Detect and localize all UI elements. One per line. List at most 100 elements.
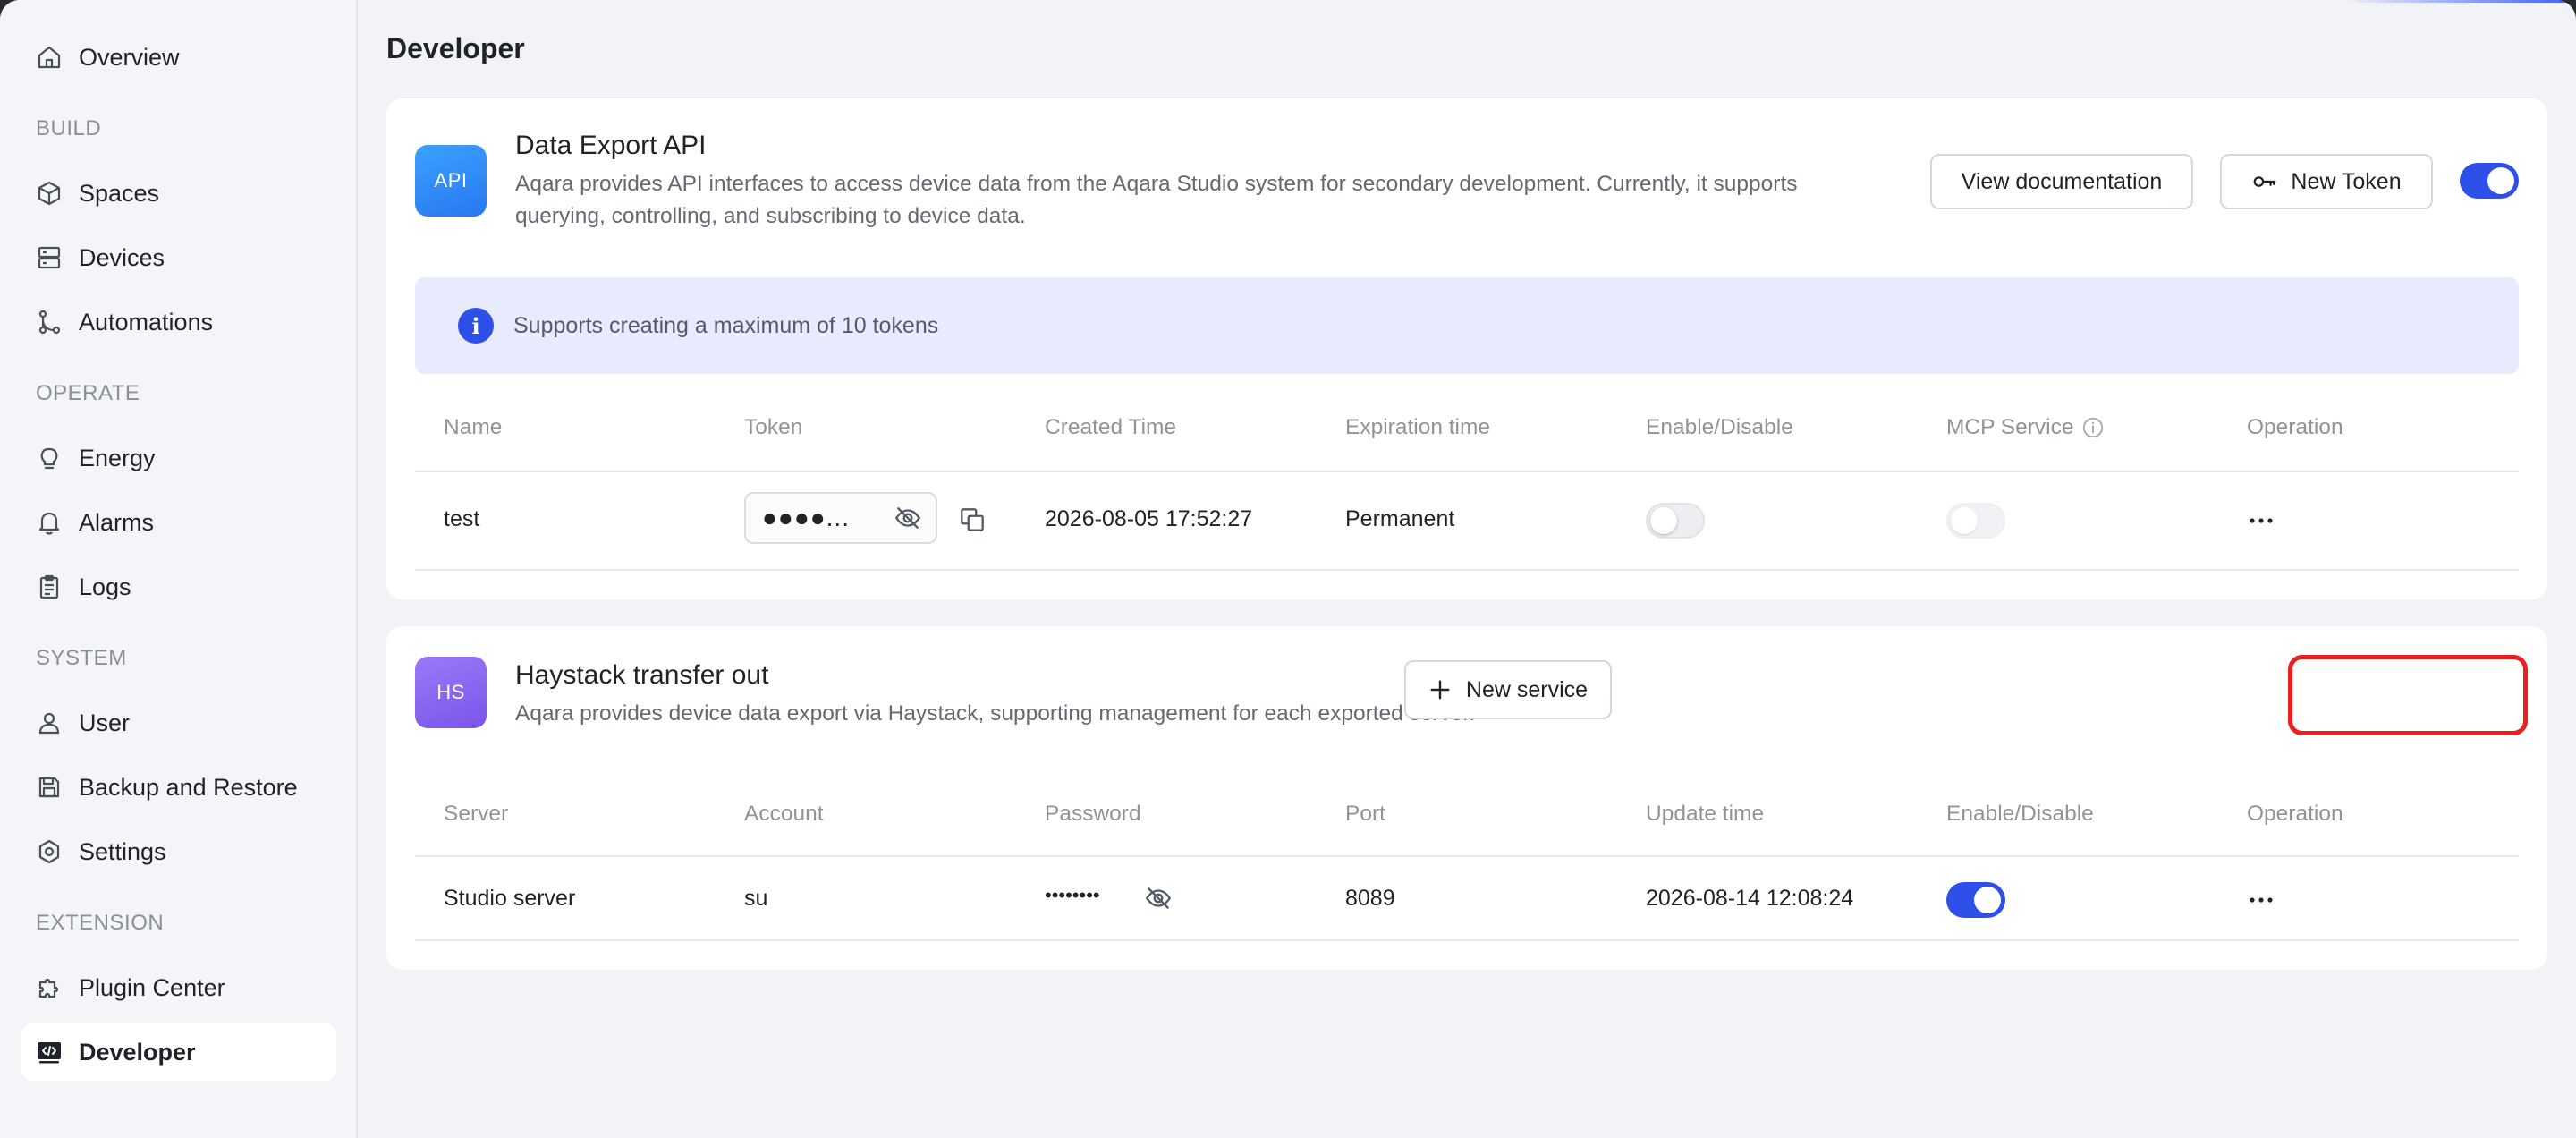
sidebar-item-label: User [79,709,131,736]
flow-icon [34,307,64,337]
haystack-card: HS Haystack transfer out Aqara provides … [386,626,2547,970]
copy-icon[interactable] [957,505,987,535]
column-header-update-time: Update time [1646,802,1765,826]
sidebar-item-user[interactable]: User [21,694,336,752]
token-name: test [444,506,480,531]
user-icon [34,708,64,738]
toggle-knob [1951,507,1978,534]
column-header-operation: Operation [2247,802,2343,826]
data-export-api-card: API Data Export API Aqara provides API i… [386,98,2547,599]
eye-off-icon[interactable] [893,503,923,533]
info-outline-icon[interactable] [2081,416,2105,439]
column-header-expiration-time: Expiration time [1345,415,1491,439]
sidebar-item-label: Alarms [79,508,155,536]
sidebar-item-developer[interactable]: Developer [21,1023,336,1081]
column-header-created-time: Created Time [1045,415,1177,439]
app-window: Overview BUILD Spaces Devices Automation… [0,0,2576,1138]
new-token-button[interactable]: New Token [2220,154,2433,209]
token-field: ●●●●... [744,492,937,544]
server-icon [34,242,64,273]
sidebar-item-logs[interactable]: Logs [21,558,336,616]
sidebar-item-label: Settings [79,837,166,865]
highlight-box [2288,655,2528,735]
column-header-name: Name [444,415,503,439]
mcp-service-toggle[interactable] [1946,503,2005,539]
sidebar-item-label: Overview [79,43,180,71]
sidebar-item-alarms[interactable]: Alarms [21,494,336,551]
server-name: Studio server [444,886,576,911]
new-service-label: New service [1465,676,1589,702]
key-icon [2254,176,2276,187]
hs-card-title: Haystack transfer out [515,660,769,690]
plus-icon [1430,680,1450,700]
cube-icon [34,178,64,208]
sidebar-item-spaces[interactable]: Spaces [21,165,336,222]
sidebar-item-overview[interactable]: Overview [21,29,336,86]
api-card-description: Aqara provides API interfaces to access … [515,172,1798,228]
code-icon [34,1037,64,1067]
column-header-password: Password [1045,802,1141,826]
column-header-mcp-service: MCP Service [1946,415,2105,440]
sidebar-item-plugin-center[interactable]: Plugin Center [21,959,336,1016]
info-icon: i [458,308,494,344]
table-divider [415,855,2519,857]
more-options-icon[interactable] [2245,884,2277,916]
column-header-enable-disable: Enable/Disable [1646,415,1793,439]
home-icon [34,42,64,72]
column-header-server: Server [444,802,509,826]
bulb-icon [34,443,64,473]
section-label-build: BUILD [36,116,102,140]
new-service-button[interactable]: New service [1404,660,1612,719]
port-value: 8089 [1345,886,1395,911]
eye-off-icon[interactable] [1143,883,1174,913]
column-header-operation: Operation [2247,415,2343,439]
banner-text: Supports creating a maximum of 10 tokens [513,312,939,338]
section-label-extension: EXTENSION [36,911,165,935]
sidebar-item-backup-and-restore[interactable]: Backup and Restore [21,759,336,816]
column-header-token: Token [744,415,803,439]
more-options-icon[interactable] [2245,505,2277,537]
view-documentation-button[interactable]: View documentation [1930,154,2193,209]
sidebar-item-label: Devices [79,243,165,271]
section-label-system: SYSTEM [36,646,127,670]
password-masked: •••••••• [1045,884,1100,906]
table-divider [415,939,2519,941]
account-name: su [744,886,768,911]
bell-icon [34,507,64,538]
sidebar-item-energy[interactable]: Energy [21,429,336,487]
api-enable-toggle[interactable] [2460,163,2519,199]
sidebar-item-label: Energy [79,444,156,471]
gear-icon [34,837,64,867]
toggle-knob [1974,887,2001,913]
sidebar-item-settings[interactable]: Settings [21,823,336,880]
puzzle-icon [34,972,64,1003]
update-time-value: 2026-08-14 12:08:24 [1646,886,1854,911]
column-header-port: Port [1345,802,1385,826]
clipboard-icon [34,572,64,602]
column-header-enable-disable: Enable/Disable [1946,802,2094,826]
column-header-account: Account [744,802,824,826]
toggle-knob [2487,167,2514,194]
token-limit-banner: i Supports creating a maximum of 10 toke… [415,277,2519,374]
token-masked: ●●●●... [762,504,850,531]
table-divider [415,471,2519,472]
sidebar-item-label: Spaces [79,179,160,207]
section-label-operate: OPERATE [36,381,140,405]
sidebar-item-label: Developer [79,1038,196,1066]
save-icon [34,772,64,803]
toggle-knob [1650,507,1677,534]
sidebar-item-label: Plugin Center [79,973,225,1001]
server-enable-toggle[interactable] [1946,882,2005,918]
hs-icon: HS [415,657,487,728]
sidebar-item-label: Logs [79,573,131,600]
token-enable-toggle[interactable] [1646,503,1705,539]
token-expiration: Permanent [1345,506,1455,531]
sidebar-item-devices[interactable]: Devices [21,229,336,286]
token-created-time: 2026-08-05 17:52:27 [1045,506,1253,531]
sidebar-item-automations[interactable]: Automations [21,293,336,351]
sidebar-item-label: Backup and Restore [79,773,298,801]
new-token-label: New Token [2291,168,2402,194]
sidebar-item-label: Automations [79,308,214,335]
api-icon: API [415,145,487,217]
sidebar: Overview BUILD Spaces Devices Automation… [0,0,358,1138]
